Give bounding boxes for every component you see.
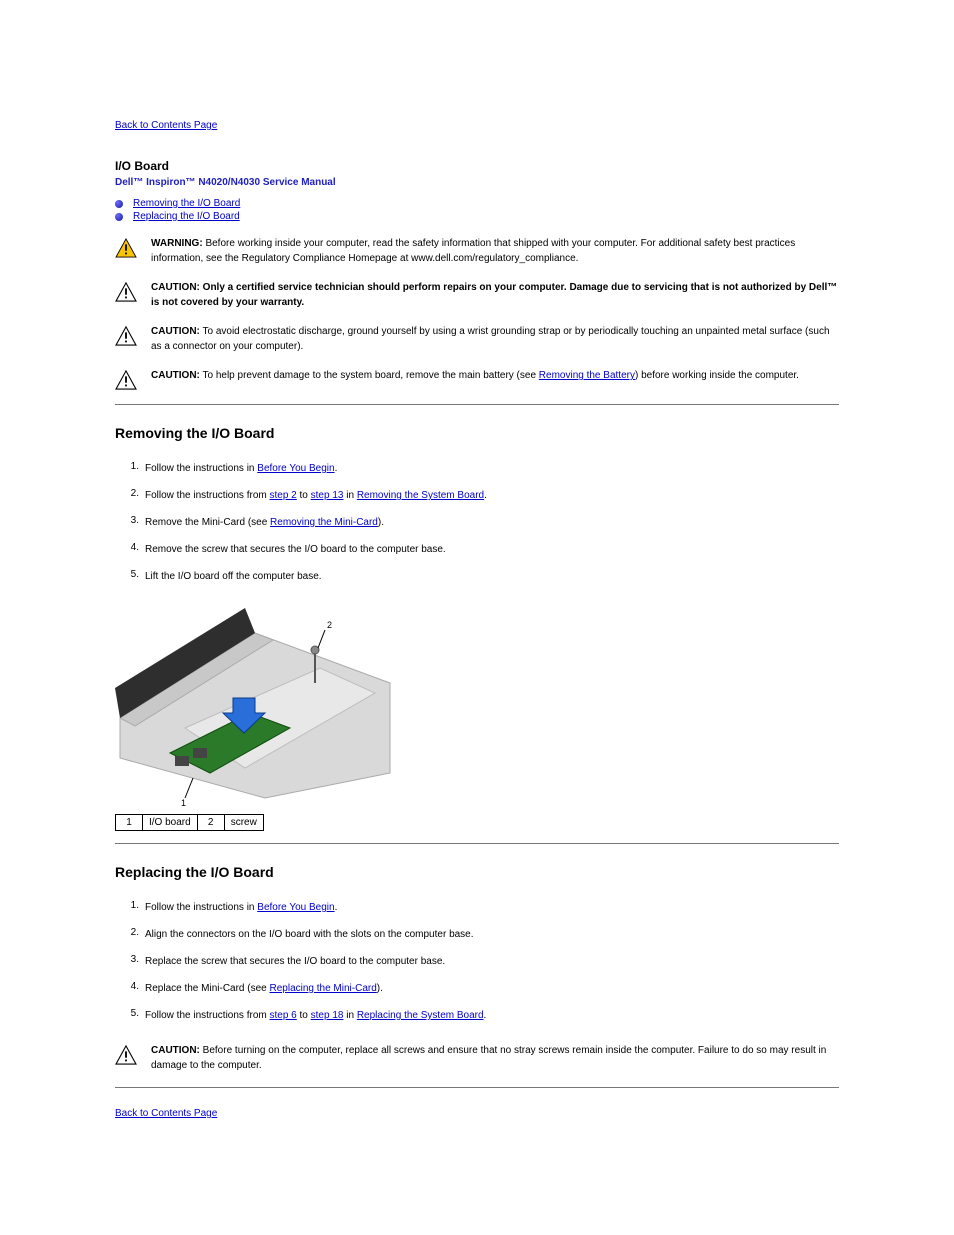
remove-steps: 1. Follow the instructions in Before You…: [115, 455, 839, 590]
caution-batt-post: ) before working inside the computer.: [635, 370, 799, 381]
step-text: Lift the I/O board off the computer base…: [145, 563, 839, 590]
manual-subtitle: Dell™ Inspiron™ N4020/N4030 Service Manu…: [115, 177, 839, 188]
back-to-contents-top[interactable]: Back to Contents Page: [115, 120, 217, 131]
step-text: Follow the instructions in: [145, 902, 257, 913]
divider: [115, 1087, 839, 1088]
step-text: Remove the screw that secures the I/O bo…: [145, 536, 839, 563]
step-text: Follow the instructions in: [145, 463, 257, 474]
step-number: 5.: [115, 1002, 145, 1029]
bullet-icon: [115, 213, 123, 221]
step-number: 2.: [115, 921, 145, 948]
svg-text:2: 2: [327, 620, 332, 630]
step-number: 1.: [115, 455, 145, 482]
step-text: Follow the instructions from: [145, 490, 270, 501]
caution-turn-on: CAUTION: Before turning on the computer,…: [115, 1043, 839, 1073]
caution-auth-lead: Only a certified service technician shou…: [203, 282, 838, 293]
step-number: 1.: [115, 894, 145, 921]
bullet-icon: [115, 200, 123, 208]
caution-label: CAUTION:: [151, 282, 200, 293]
figure-io-board: 1 2: [115, 598, 395, 808]
step-number: 2.: [115, 482, 145, 509]
step-text: Follow the instructions from: [145, 1010, 270, 1021]
link-step6[interactable]: step 6: [270, 1010, 297, 1021]
replace-steps: 1. Follow the instructions in Before You…: [115, 894, 839, 1029]
caution-auth-tail: is not covered by your warranty.: [151, 297, 304, 308]
back-to-contents-bottom[interactable]: Back to Contents Page: [115, 1108, 217, 1119]
caution-label: CAUTION:: [151, 370, 200, 381]
step-text: Replace the Mini-Card (see: [145, 983, 270, 994]
toc-link-removing[interactable]: Removing the I/O Board: [133, 198, 240, 209]
caution-triangle-icon: [115, 282, 137, 302]
step-number: 3.: [115, 948, 145, 975]
warning-notice: WARNING: Before working inside your comp…: [115, 236, 839, 266]
caution-battery: CAUTION: To help prevent damage to the s…: [115, 368, 839, 390]
callout-num: 2: [197, 815, 224, 831]
link-removing-battery[interactable]: Removing the Battery: [539, 370, 635, 381]
callout-num: 1: [116, 815, 143, 831]
callout-label: screw: [224, 815, 263, 831]
callout-label: I/O board: [143, 815, 198, 831]
caution-batt-pre: To help prevent damage to the system boa…: [203, 370, 539, 381]
caution-esd: CAUTION: To avoid electrostatic discharg…: [115, 324, 839, 354]
link-removing-system-board[interactable]: Removing the System Board: [357, 490, 484, 501]
page-toc: Removing the I/O Board Replacing the I/O…: [115, 198, 839, 222]
caution-triangle-icon: [115, 370, 137, 390]
divider: [115, 843, 839, 844]
step-number: 3.: [115, 509, 145, 536]
step-number: 4.: [115, 536, 145, 563]
caution-esd-text: To avoid electrostatic discharge, ground…: [151, 326, 830, 352]
caution-triangle-icon: [115, 1045, 137, 1065]
heading-replace: Replacing the I/O Board: [115, 864, 839, 880]
link-removing-minicard[interactable]: Removing the Mini-Card: [270, 517, 378, 528]
link-before-you-begin[interactable]: Before You Begin: [257, 902, 334, 913]
link-step18[interactable]: step 18: [311, 1010, 344, 1021]
step-number: 5.: [115, 563, 145, 590]
link-step2[interactable]: step 2: [270, 490, 297, 501]
link-replacing-system-board[interactable]: Replacing the System Board: [357, 1010, 484, 1021]
caution-triangle-icon: [115, 326, 137, 346]
warning-triangle-icon: [115, 238, 137, 258]
link-step13[interactable]: step 13: [311, 490, 344, 501]
heading-remove: Removing the I/O Board: [115, 425, 839, 441]
step-number: 4.: [115, 975, 145, 1002]
toc-link-replacing[interactable]: Replacing the I/O Board: [133, 211, 240, 222]
caution-on-text: Before turning on the computer, replace …: [151, 1045, 826, 1071]
svg-text:1: 1: [181, 798, 186, 808]
caution-authorized: CAUTION: Only a certified service techni…: [115, 280, 839, 310]
caution-label: CAUTION:: [151, 326, 200, 337]
warning-label: WARNING:: [151, 238, 203, 249]
step-text: Align the connectors on the I/O board wi…: [145, 921, 839, 948]
page-title: I/O Board: [115, 159, 839, 173]
link-before-you-begin[interactable]: Before You Begin: [257, 463, 334, 474]
callout-table: 1 I/O board 2 screw: [115, 814, 264, 831]
figure-wrap: 1 2 1 I/O board 2 screw: [115, 598, 839, 831]
divider: [115, 404, 839, 405]
step-text: Remove the Mini-Card (see: [145, 517, 270, 528]
link-replacing-minicard[interactable]: Replacing the Mini-Card: [270, 983, 377, 994]
warning-text: Before working inside your computer, rea…: [151, 238, 795, 264]
caution-label: CAUTION:: [151, 1045, 200, 1056]
step-text: Replace the screw that secures the I/O b…: [145, 948, 839, 975]
